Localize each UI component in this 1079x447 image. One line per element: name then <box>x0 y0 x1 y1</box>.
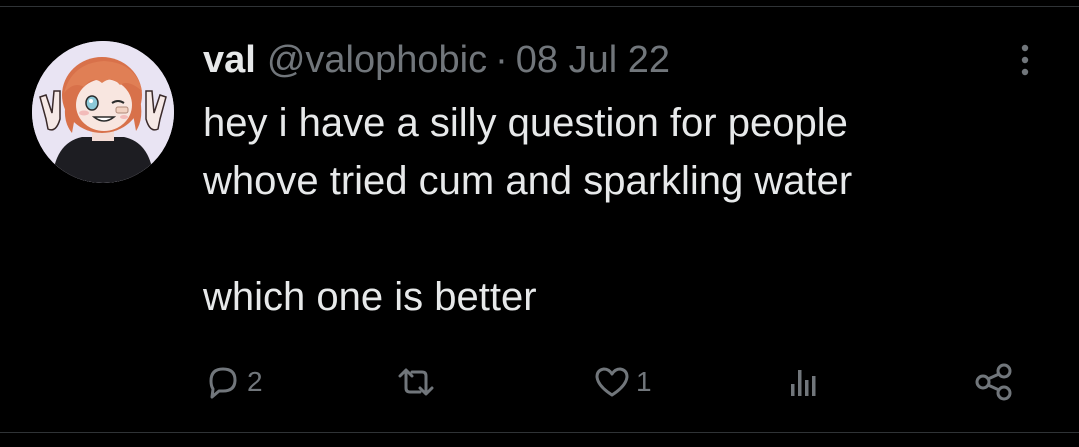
analytics-icon <box>791 370 816 396</box>
retweet-icon <box>398 368 434 396</box>
tweet-text-line: which one is better <box>203 275 537 319</box>
header-separator: · <box>495 39 508 81</box>
more-options-button[interactable] <box>1008 40 1042 80</box>
share-button[interactable] <box>972 360 1020 404</box>
top-divider <box>0 6 1079 7</box>
tweet-date[interactable]: 08 Jul 22 <box>516 38 670 82</box>
more-vertical-icon <box>1021 44 1029 76</box>
heart-icon <box>595 367 629 397</box>
action-bar: 2 1 <box>0 360 1079 404</box>
retweet-button[interactable] <box>394 360 442 404</box>
avatar[interactable] <box>32 41 174 183</box>
views-button[interactable] <box>784 360 828 404</box>
display-name[interactable]: val <box>203 38 256 82</box>
like-button[interactable]: 1 <box>592 360 652 404</box>
bottom-divider <box>0 432 1079 433</box>
tweet-text-blank-line <box>203 210 1043 268</box>
avatar-illustration <box>32 41 174 183</box>
user-handle[interactable]: @valophobic <box>267 38 487 82</box>
tweet-header: val @valophobic · 08 Jul 22 <box>203 38 670 82</box>
tweet-text: hey i have a silly question for people w… <box>203 94 1043 326</box>
tweet-text-line: whove tried cum and sparkling water <box>203 159 853 203</box>
share-icon <box>975 363 1012 401</box>
reply-button[interactable]: 2 <box>203 360 263 404</box>
like-count: 1 <box>636 366 652 397</box>
reply-icon <box>209 367 237 399</box>
tweet-text-line: hey i have a silly question for people <box>203 101 848 145</box>
reply-count: 2 <box>247 366 263 397</box>
